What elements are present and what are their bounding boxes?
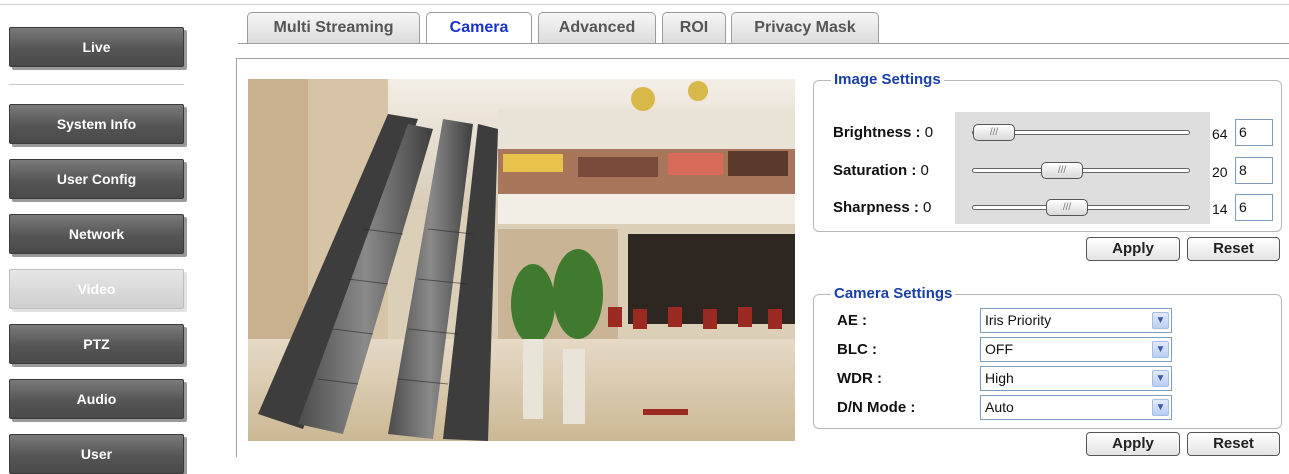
saturation-max: 20 — [1212, 164, 1228, 180]
saturation-slider-thumb[interactable]: /// — [1041, 162, 1083, 179]
top-border — [0, 4, 1289, 5]
chevron-down-icon[interactable]: ▼ — [1152, 399, 1169, 416]
blc-select[interactable]: OFF ▼ — [980, 337, 1172, 362]
saturation-label: Saturation : — [833, 162, 917, 179]
nav-user-button[interactable]: User — [9, 434, 184, 474]
brightness-slider-thumb[interactable]: /// — [973, 124, 1015, 141]
wdr-select[interactable]: High ▼ — [980, 366, 1172, 391]
ae-label: AE : — [837, 312, 867, 329]
saturation-row: Saturation : 0 — [833, 162, 929, 179]
dn-mode-label: D/N Mode : — [837, 399, 916, 416]
sidebar-divider — [9, 84, 184, 85]
tab-camera[interactable]: Camera — [426, 12, 532, 44]
tab-advanced[interactable]: Advanced — [538, 12, 656, 43]
dn-mode-select-value: Auto — [985, 399, 1014, 415]
camera-apply-button[interactable]: Apply — [1086, 432, 1180, 456]
chevron-down-icon[interactable]: ▼ — [1152, 312, 1169, 329]
brightness-max: 64 — [1212, 126, 1228, 142]
ae-select-value: Iris Priority — [985, 312, 1052, 328]
nav-live-button[interactable]: Live — [9, 27, 184, 67]
nav-audio-button[interactable]: Audio — [9, 379, 184, 419]
image-settings-legend: Image Settings — [831, 71, 944, 88]
chevron-down-icon[interactable]: ▼ — [1152, 370, 1169, 387]
dn-mode-select[interactable]: Auto ▼ — [980, 395, 1172, 420]
nav-system-info-button[interactable]: System Info — [9, 104, 184, 144]
tab-privacy-mask[interactable]: Privacy Mask — [731, 12, 879, 43]
sharpness-value-input[interactable]: 6 — [1235, 194, 1273, 221]
camera-reset-button[interactable]: Reset — [1187, 432, 1280, 456]
ae-select[interactable]: Iris Priority ▼ — [980, 308, 1172, 333]
camera-settings-legend: Camera Settings — [831, 285, 956, 302]
nav-user-config-button[interactable]: User Config — [9, 159, 184, 199]
brightness-label: Brightness : — [833, 124, 921, 141]
sharpness-max: 14 — [1212, 201, 1228, 217]
brightness-value-input[interactable]: 6 — [1235, 119, 1273, 146]
sharpness-label: Sharpness : — [833, 199, 919, 216]
tab-underline — [238, 43, 1289, 44]
image-reset-button[interactable]: Reset — [1187, 237, 1280, 261]
saturation-min: 0 — [920, 162, 929, 179]
chevron-down-icon[interactable]: ▼ — [1152, 341, 1169, 358]
image-apply-button[interactable]: Apply — [1086, 237, 1180, 261]
camera-preview — [248, 79, 795, 441]
nav-video-button[interactable]: Video — [9, 269, 184, 309]
sharpness-min: 0 — [923, 199, 932, 216]
wdr-label: WDR : — [837, 370, 882, 387]
nav-network-button[interactable]: Network — [9, 214, 184, 254]
blc-select-value: OFF — [985, 341, 1013, 357]
saturation-value-input[interactable]: 8 — [1235, 157, 1273, 184]
sharpness-row: Sharpness : 0 — [833, 199, 931, 216]
brightness-min: 0 — [924, 124, 934, 141]
tab-multi-streaming[interactable]: Multi Streaming — [247, 12, 420, 43]
nav-ptz-button[interactable]: PTZ — [9, 324, 184, 364]
camera-preview-image — [248, 79, 795, 441]
sharpness-slider-thumb[interactable]: /// — [1046, 199, 1088, 216]
brightness-row: Brightness : 0 — [833, 124, 933, 141]
wdr-select-value: High — [985, 370, 1014, 386]
blc-label: BLC : — [837, 341, 877, 358]
tab-roi[interactable]: ROI — [662, 12, 726, 43]
